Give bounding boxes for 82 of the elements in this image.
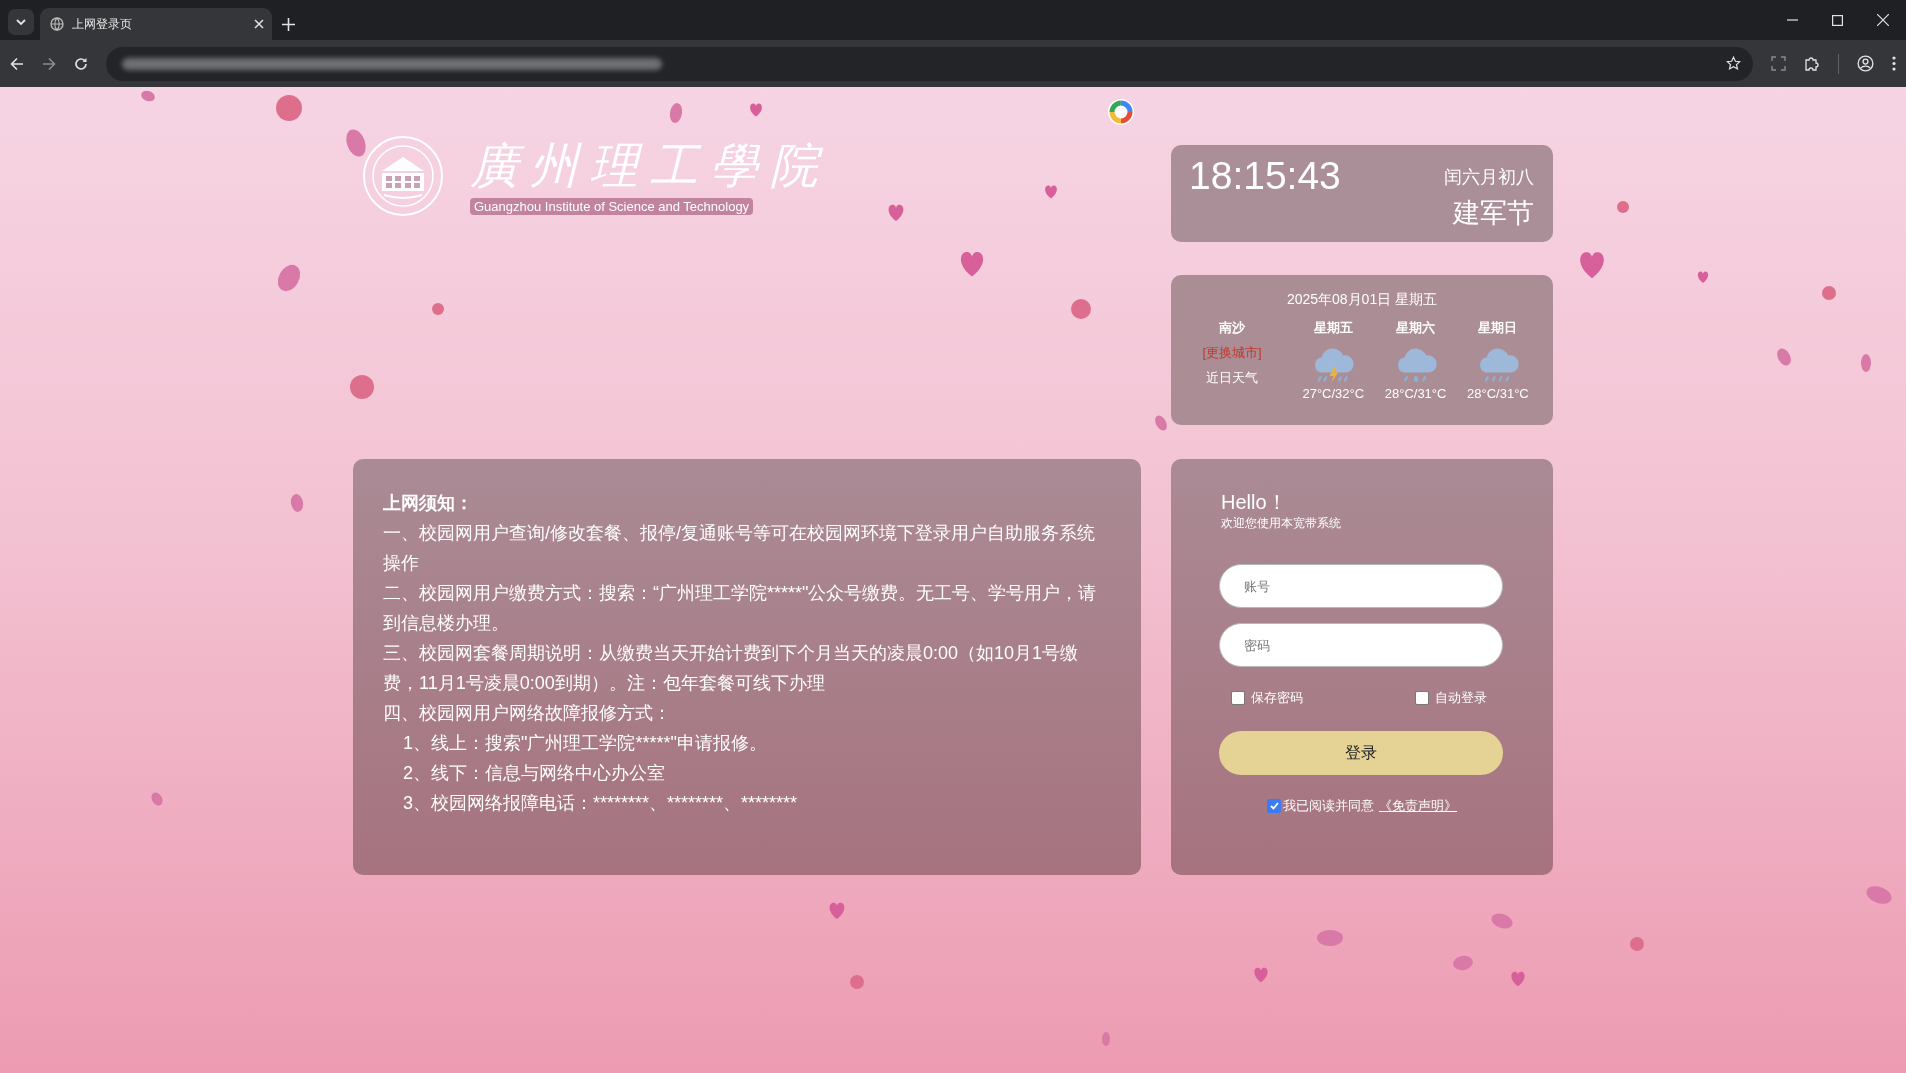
petal — [669, 103, 683, 123]
checkbox[interactable] — [1415, 691, 1429, 705]
forward-icon[interactable] — [42, 56, 56, 71]
petal — [346, 129, 366, 157]
checkbox-label[interactable]: 保存密码 — [1251, 689, 1303, 707]
new-tab-icon[interactable] — [282, 18, 295, 31]
notice-paragraph: 三、校园网套餐周期说明：从缴费当天开始计费到下个月当天的凌晨0:00（如10月1号缴费，11月1号凌晨0:00到期）。注：包年套餐可线下办理 — [383, 642, 1080, 695]
tab-search-button[interactable] — [8, 9, 34, 35]
notice-list-item: 3、校园网络报障电话：********、********、******** — [402, 792, 799, 815]
petal — [151, 792, 163, 806]
heart-petal — [1580, 252, 1604, 279]
notice-list-item: 2、线下：信息与网络中心办公室 — [402, 762, 666, 785]
agreement-checkbox[interactable] — [1267, 799, 1281, 813]
round-petal — [1071, 299, 1091, 319]
welcome-text: 欢迎您使用本宽带系统 — [1221, 515, 1342, 532]
petal — [141, 90, 155, 102]
round-petal — [432, 303, 444, 315]
globe-icon — [50, 17, 64, 31]
heart-petal — [1697, 271, 1709, 283]
round-petal — [850, 975, 864, 989]
star-icon[interactable] — [1726, 56, 1741, 71]
puzzle-icon[interactable] — [1804, 55, 1820, 72]
screenshot-icon[interactable] — [1771, 56, 1786, 71]
notice-title: 上网须知： — [383, 492, 474, 515]
input-field[interactable]: 账号 — [1219, 564, 1503, 608]
petal — [1317, 930, 1343, 946]
close-window-icon[interactable] — [1877, 14, 1889, 26]
reload-icon[interactable] — [74, 56, 88, 71]
agreement-label[interactable]: 我已阅读并同意 — [1283, 797, 1374, 815]
forecast-label: 近日天气 — [1206, 369, 1259, 387]
round-petal — [1822, 286, 1836, 300]
heart-petal — [750, 103, 762, 117]
notice-paragraph: 四、校园网用户网络故障报修方式： — [383, 702, 672, 725]
petal — [1866, 886, 1892, 904]
notice-list-item: 1、线上：搜索"广州理工学院*****"申请报修。 — [402, 732, 768, 755]
weather-date: 2025年08月01日 星期五 — [1285, 291, 1439, 309]
petal — [1453, 955, 1473, 971]
round-petal — [350, 375, 374, 399]
forecast-temperature: 28°C/31°C — [1467, 386, 1529, 401]
close-tab-icon[interactable] — [254, 19, 264, 29]
city-name: 南沙 — [1219, 319, 1246, 337]
back-icon[interactable] — [10, 56, 24, 71]
heart-petal — [1045, 185, 1057, 199]
maximize-icon[interactable] — [1832, 14, 1843, 26]
petal — [1155, 415, 1167, 431]
forecast-day: 星期五 — [1313, 319, 1353, 337]
menu-icon[interactable] — [1892, 56, 1896, 71]
school-english-name: Guangzhou Institute of Science and Technology — [470, 197, 754, 215]
checkbox[interactable] — [1231, 691, 1245, 705]
browser-tab[interactable]: 上网登录页 — [40, 8, 272, 40]
clock-time: 18:15:43 — [1189, 153, 1341, 199]
petal — [1102, 1032, 1110, 1046]
petal — [1491, 913, 1513, 929]
lunar-date: 闰六月初八 — [1444, 166, 1534, 189]
petal — [1777, 348, 1791, 366]
disclaimer-link[interactable]: 《免责声明》 — [1376, 797, 1457, 815]
forecast-day: 星期六 — [1396, 319, 1436, 337]
heart-petal — [1511, 971, 1525, 987]
forecast-day: 星期日 — [1478, 319, 1518, 337]
heart-petal — [829, 902, 845, 919]
notice-paragraph: 二、校园网用户缴费方式：搜索：“广州理工学院*****"公众号缴费。无工号、学号用户，请到信息楼办理。 — [383, 582, 1098, 635]
notice-paragraph: 一、校园网用户查询/修改套餐、报停/复通账号等可在校园网环境下登录用户自助服务系统操作 — [383, 522, 1096, 575]
chevron-down-icon[interactable] — [15, 16, 27, 28]
forecast-temperature: 27°C/32°C — [1302, 386, 1365, 401]
input-field[interactable]: 密码 — [1219, 623, 1503, 667]
petal — [290, 494, 304, 512]
login-button[interactable]: 登录 — [1219, 731, 1503, 775]
petal — [1861, 354, 1871, 372]
round-petal — [1617, 201, 1629, 213]
checkbox-label[interactable]: 自动登录 — [1435, 689, 1487, 707]
heart-petal — [960, 252, 984, 277]
round-petal — [276, 95, 302, 121]
seal-emblem-icon — [362, 135, 444, 217]
heart-petal — [1254, 967, 1268, 983]
round-petal — [1630, 937, 1644, 951]
colorful-ring-icon[interactable] — [1107, 98, 1135, 126]
heart-petal — [888, 204, 904, 221]
profile-icon[interactable] — [1857, 55, 1874, 72]
greeting: Hello！ — [1221, 491, 1288, 513]
festival-name: 建军节 — [1453, 197, 1534, 230]
petal — [277, 264, 301, 292]
forecast-temperature: 28°C/31°C — [1384, 386, 1447, 401]
